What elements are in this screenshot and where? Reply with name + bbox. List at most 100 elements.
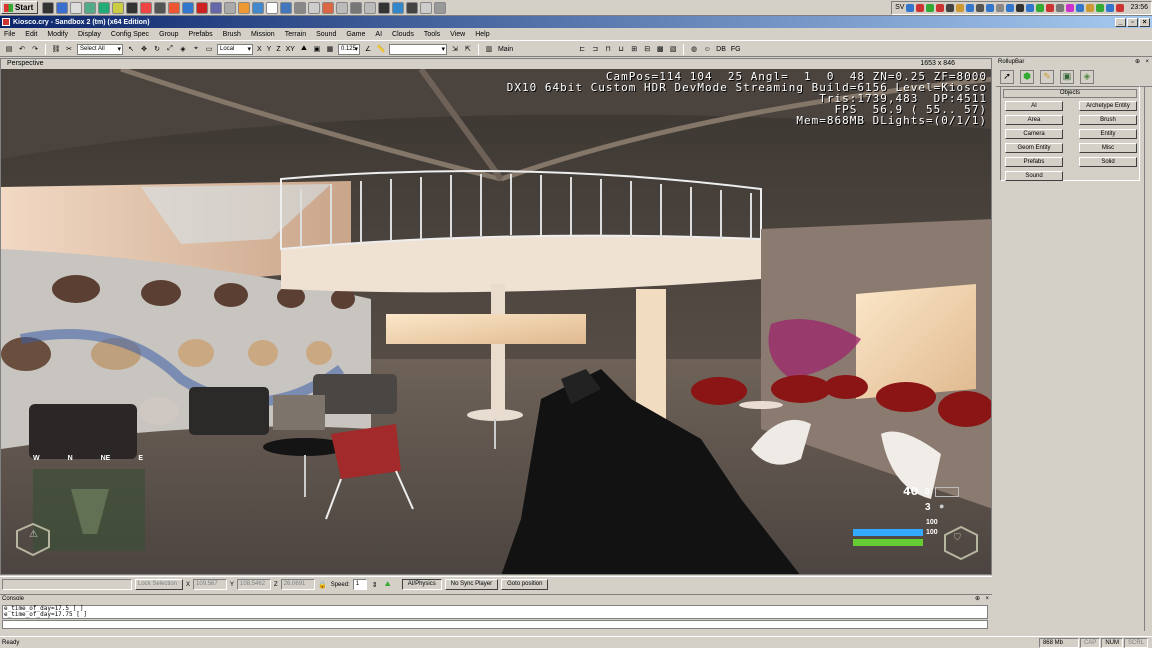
sync-player-button[interactable]: No Sync Player bbox=[444, 579, 499, 590]
save-selection-icon[interactable]: ⇲ bbox=[450, 44, 460, 54]
menu-terrain[interactable]: Terrain bbox=[285, 31, 306, 38]
menu-clouds[interactable]: Clouds bbox=[392, 31, 414, 38]
tray-icon[interactable] bbox=[1076, 3, 1085, 12]
objects-tab-icon[interactable]: ➚ bbox=[1000, 69, 1014, 84]
app-icon[interactable] bbox=[84, 1, 97, 14]
app-icon[interactable] bbox=[294, 1, 307, 14]
tray-icon[interactable] bbox=[966, 3, 975, 12]
menu-config-spec[interactable]: Config Spec bbox=[111, 31, 149, 38]
window-titlebar[interactable]: Kiosco.cry - Sandbox 2 (tm) (x64 Edition… bbox=[0, 16, 1152, 28]
app-icon[interactable] bbox=[378, 1, 391, 14]
align-top-icon[interactable]: ⊓ bbox=[603, 44, 613, 54]
load-selection-icon[interactable]: ⇱ bbox=[463, 44, 473, 54]
tray-icon[interactable] bbox=[936, 3, 945, 12]
layer-combo[interactable] bbox=[388, 43, 447, 55]
app-icon[interactable] bbox=[322, 1, 335, 14]
start-button[interactable]: Start bbox=[1, 1, 39, 14]
texture-icon[interactable]: ▧ bbox=[668, 44, 678, 54]
tray-icon[interactable] bbox=[996, 3, 1005, 12]
select-terrain-icon[interactable]: ◈ bbox=[178, 44, 188, 54]
app-icon[interactable] bbox=[252, 1, 265, 14]
app-icon[interactable] bbox=[364, 1, 377, 14]
sandbox-app-icon[interactable] bbox=[2, 18, 10, 26]
console-input[interactable] bbox=[2, 620, 988, 629]
link-icon[interactable]: ⛓ bbox=[51, 44, 61, 54]
axis-y-button[interactable]: Y bbox=[266, 46, 273, 53]
tray-icon[interactable] bbox=[1056, 3, 1065, 12]
ruler-icon[interactable]: 📏 bbox=[376, 44, 386, 54]
tray-icon[interactable] bbox=[976, 3, 985, 12]
axis-x-button[interactable]: X bbox=[256, 46, 263, 53]
minimize-button[interactable]: _ bbox=[1115, 17, 1126, 27]
align-left-icon[interactable]: ⊏ bbox=[577, 44, 587, 54]
app-icon[interactable] bbox=[196, 1, 209, 14]
scale-icon[interactable]: ⤢ bbox=[165, 44, 175, 54]
tray-icon[interactable] bbox=[1066, 3, 1075, 12]
rollup-scrollbar[interactable] bbox=[1144, 86, 1150, 631]
tray-icon[interactable] bbox=[1116, 3, 1125, 12]
misc-button[interactable]: Misc bbox=[1079, 143, 1137, 153]
close-button[interactable]: × bbox=[1139, 17, 1150, 27]
tray-icon[interactable] bbox=[1016, 3, 1025, 12]
maximize-button[interactable]: ▫ bbox=[1127, 17, 1138, 27]
app-icon[interactable] bbox=[280, 1, 293, 14]
brush-button[interactable]: Brush bbox=[1079, 115, 1137, 125]
undo-icon[interactable]: ↶ bbox=[17, 44, 27, 54]
camera-button[interactable]: Camera bbox=[1005, 129, 1063, 139]
tray-icon[interactable] bbox=[946, 3, 955, 12]
pin-icon[interactable]: ⊕ bbox=[1135, 58, 1140, 67]
menu-edit[interactable]: Edit bbox=[25, 31, 37, 38]
objects-panel-title[interactable]: Objects bbox=[1003, 89, 1137, 98]
goto-position-button[interactable]: Goto position bbox=[501, 579, 549, 590]
tray-icon[interactable] bbox=[1106, 3, 1115, 12]
menu-mission[interactable]: Mission bbox=[251, 31, 275, 38]
align-center-icon[interactable]: ⊞ bbox=[629, 44, 639, 54]
y-coordinate-input[interactable]: 108.5462 bbox=[237, 579, 272, 590]
tray-icon[interactable] bbox=[956, 3, 965, 12]
selection-filter-combo[interactable]: Select All bbox=[77, 43, 123, 55]
x-coordinate-input[interactable]: 109.567 bbox=[193, 579, 228, 590]
tray-icon[interactable] bbox=[1046, 3, 1055, 12]
app-icon[interactable] bbox=[406, 1, 419, 14]
modify-tab-icon[interactable]: ✎ bbox=[1040, 69, 1054, 84]
menu-group[interactable]: Group bbox=[159, 31, 178, 38]
app-icon[interactable] bbox=[224, 1, 237, 14]
menu-sound[interactable]: Sound bbox=[316, 31, 336, 38]
tray-icon[interactable] bbox=[1006, 3, 1015, 12]
ai-button[interactable]: AI bbox=[1005, 101, 1063, 111]
speed-input[interactable]: 1 bbox=[352, 579, 367, 590]
console-output[interactable]: e_time_of_day=17.5 [ ] e_time_of_day=17.… bbox=[2, 605, 988, 619]
menu-game[interactable]: Game bbox=[346, 31, 365, 38]
terrain-snap-icon[interactable]: ⛰ bbox=[299, 44, 309, 54]
rotate-icon[interactable]: ↻ bbox=[152, 44, 162, 54]
snap-icon[interactable]: ⌖ bbox=[191, 44, 201, 54]
app-icon[interactable] bbox=[112, 1, 125, 14]
axis-xy-button[interactable]: XY bbox=[285, 46, 296, 53]
sound-button[interactable]: Sound bbox=[1005, 171, 1063, 181]
character-icon[interactable]: ☺ bbox=[702, 44, 712, 54]
axis-z-button[interactable]: Z bbox=[275, 46, 281, 53]
distribute-icon[interactable]: ⊟ bbox=[642, 44, 652, 54]
rect-select-icon[interactable]: ▭ bbox=[204, 44, 214, 54]
app-icon[interactable] bbox=[350, 1, 363, 14]
grid-size-combo[interactable]: 0.125 bbox=[337, 43, 360, 55]
solid-button[interactable]: Solid bbox=[1079, 157, 1137, 167]
perspective-viewport[interactable]: Perspective 1653 x 846 CamPos=114 104 25… bbox=[0, 58, 992, 575]
layer-icon[interactable]: ▥ bbox=[484, 44, 494, 54]
tray-icon[interactable] bbox=[926, 3, 935, 12]
z-coordinate-input[interactable]: 26.0691 bbox=[280, 579, 315, 590]
app-icon[interactable] bbox=[308, 1, 321, 14]
app-icon[interactable] bbox=[98, 1, 111, 14]
terrain-follow-icon[interactable]: ⛰ bbox=[383, 580, 393, 590]
menu-brush[interactable]: Brush bbox=[223, 31, 241, 38]
app-icon[interactable] bbox=[182, 1, 195, 14]
tray-icon[interactable] bbox=[986, 3, 995, 12]
menu-ai[interactable]: AI bbox=[375, 31, 382, 38]
layers-tab-icon[interactable]: ◈ bbox=[1080, 69, 1094, 84]
db-button[interactable]: DB bbox=[715, 46, 727, 53]
app-icon[interactable] bbox=[336, 1, 349, 14]
app-icon[interactable] bbox=[238, 1, 251, 14]
app-icon[interactable] bbox=[140, 1, 153, 14]
fg-button[interactable]: FG bbox=[730, 46, 742, 53]
object-snap-icon[interactable]: ▣ bbox=[312, 44, 322, 54]
